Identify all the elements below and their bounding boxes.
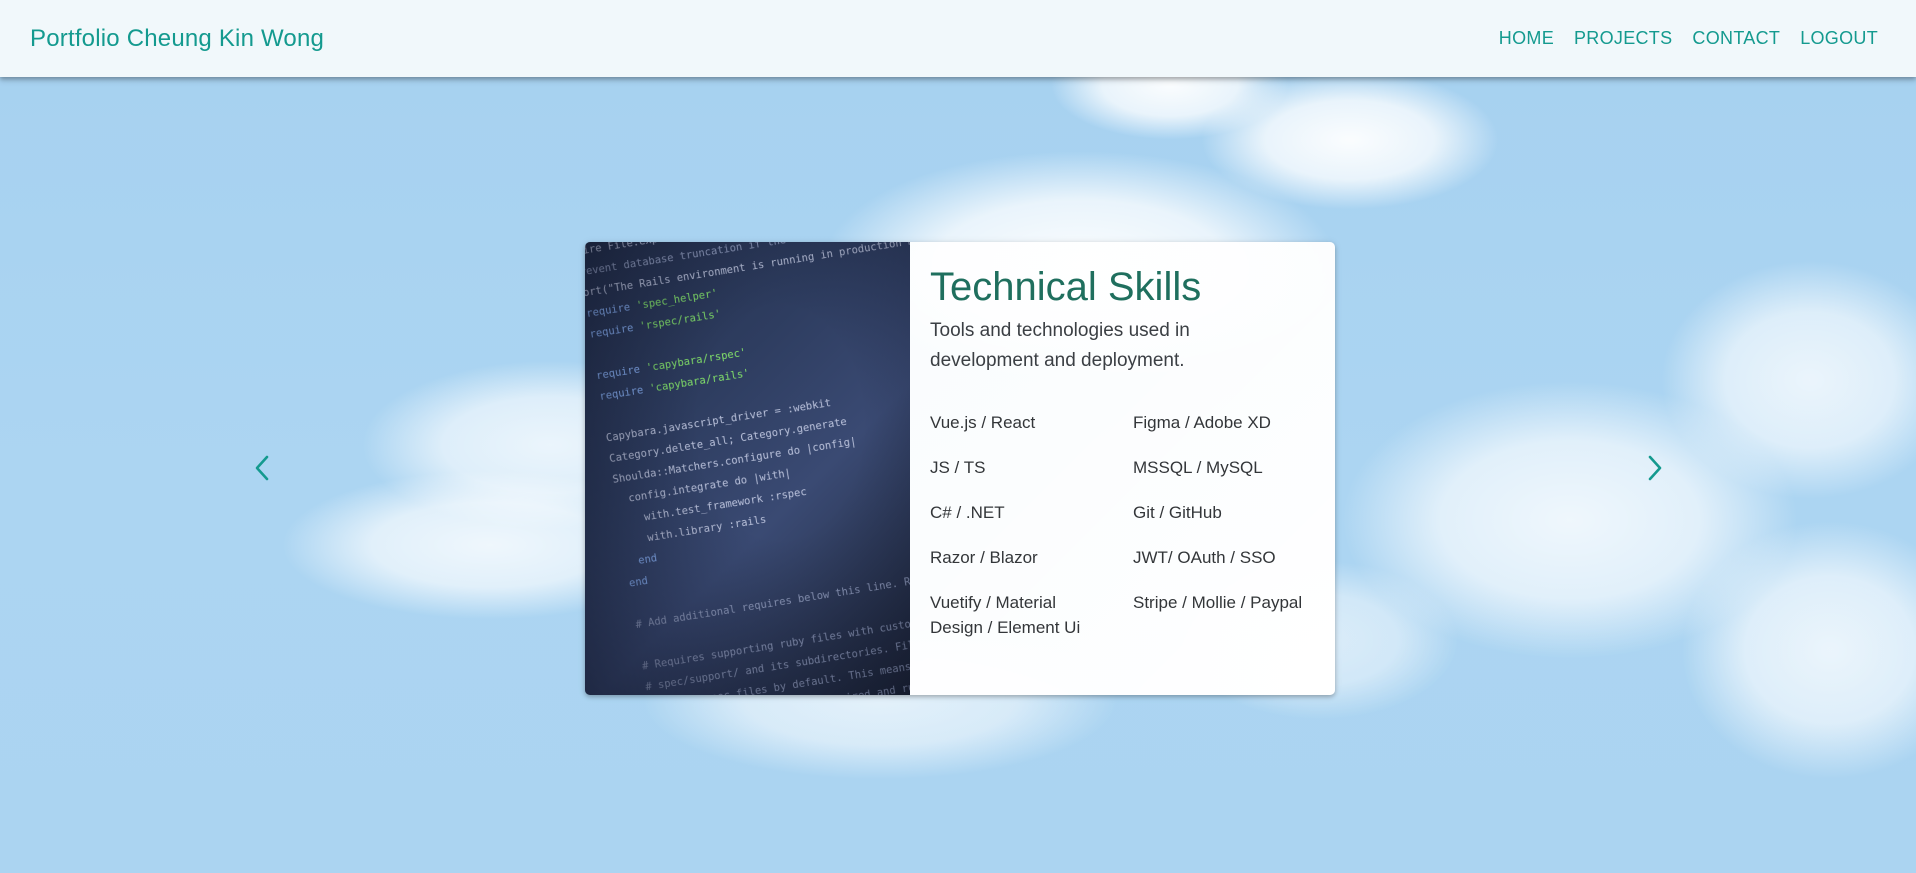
skill-item: Stripe / Mollie / Paypal: [1133, 593, 1303, 612]
skill-item: Git / GitHub: [1133, 503, 1222, 522]
main-nav: HOME PROJECTS CONTACT LOGOUT: [1489, 20, 1888, 57]
chevron-right-icon: [1648, 455, 1662, 481]
carousel-prev-button[interactable]: [250, 452, 274, 484]
skills-grid: Vue.js / React Figma / Adobe XD JS / TS …: [930, 410, 1315, 640]
skill-item: Figma / Adobe XD: [1133, 413, 1271, 432]
carousel-next-button[interactable]: [1643, 452, 1667, 484]
card-title: Technical Skills: [930, 265, 1202, 309]
skill-item: C# / .NET: [930, 503, 1005, 522]
app-bar: Portfolio Cheung Kin Wong HOME PROJECTS …: [0, 0, 1916, 77]
skill-item: JS / TS: [930, 458, 986, 477]
skill-item: JWT/ OAuth / SSO: [1133, 548, 1276, 567]
code-screen-photo: uire File.expand_path("../../config/envi…: [585, 242, 910, 695]
nav-logout-link[interactable]: LOGOUT: [1790, 20, 1888, 57]
skill-item: Vue.js / React: [930, 413, 1036, 432]
skills-card: uire File.expand_path("../../config/envi…: [585, 242, 1335, 695]
skill-item: Vuetify / Material Design / Element Ui: [930, 593, 1081, 637]
brand-title[interactable]: Portfolio Cheung Kin Wong: [30, 25, 324, 53]
nav-projects-link[interactable]: PROJECTS: [1564, 20, 1682, 57]
chevron-left-icon: [255, 455, 269, 481]
card-subtitle: Tools and technologies used in developme…: [930, 320, 1190, 371]
nav-contact-link[interactable]: CONTACT: [1682, 20, 1790, 57]
skill-item: MSSQL / MySQL: [1133, 458, 1263, 477]
skills-card-content: Technical Skills Tools and technologies …: [910, 242, 1335, 695]
nav-home-link[interactable]: HOME: [1489, 20, 1564, 57]
skill-item: Razor / Blazor: [930, 548, 1038, 567]
